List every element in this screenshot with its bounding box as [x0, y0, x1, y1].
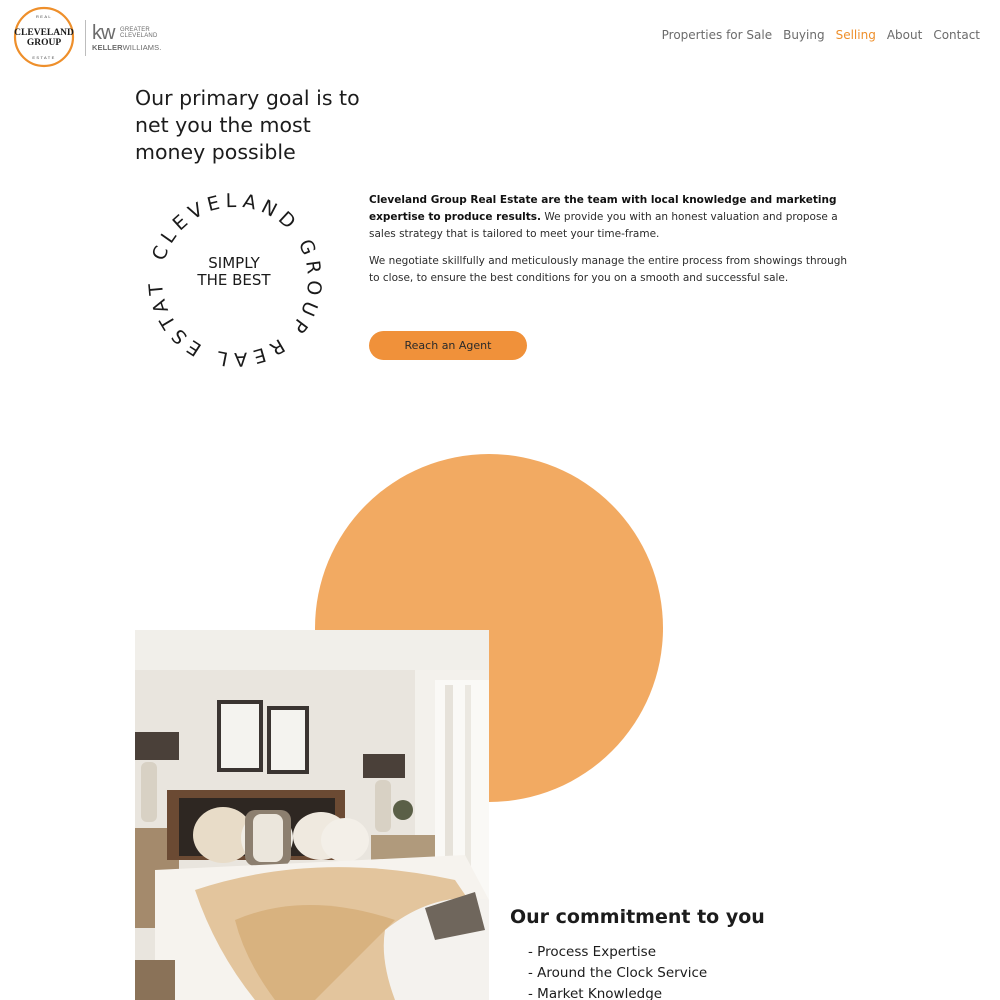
kw-mark: kw [92, 22, 115, 44]
bedroom-illustration [135, 630, 489, 1000]
nav-selling[interactable]: Selling [836, 28, 876, 42]
logo-divider [85, 20, 86, 56]
logo-line2: GROUP [27, 38, 62, 48]
kw-brand-line: KELLERWILLIAMS. [92, 43, 161, 52]
nav-buying[interactable]: Buying [783, 28, 825, 42]
intro-copy: Cleveland Group Real Estate are the team… [369, 192, 849, 297]
reach-an-agent-button[interactable]: Reach an Agent [369, 331, 527, 360]
keller-williams-logo[interactable]: kw GREATER CLEVELAND KELLERWILLIAMS. [92, 22, 162, 56]
kw-williams-text: WILLIAMS. [122, 43, 162, 52]
nav-properties-for-sale[interactable]: Properties for Sale [662, 28, 772, 42]
site-header: REAL CLEVELAND GROUP ESTATE kw GREATER C… [0, 0, 1000, 72]
commitment-item: Process Expertise [528, 942, 707, 963]
intro-paragraph-2: We negotiate skillfully and meticulously… [369, 255, 848, 284]
commitment-item: Market Knowledge [528, 984, 707, 1000]
cleveland-group-logo-icon: REAL CLEVELAND GROUP ESTATE [13, 6, 75, 68]
bedroom-photo [135, 630, 489, 1000]
intro-paragraph-1: Cleveland Group Real Estate are the team… [369, 192, 849, 243]
page-headline: Our primary goal is to net you the most … [135, 86, 360, 164]
kw-cleveland-text: CLEVELAND [120, 33, 158, 39]
main-nav: Properties for Sale Buying Selling About… [662, 28, 980, 42]
commitment-item: Around the Clock Service [528, 963, 707, 984]
kw-region: GREATER CLEVELAND [120, 27, 160, 39]
logo-line1: CLEVELAND [14, 28, 74, 38]
badge-center-line1: SIMPLY [208, 254, 260, 272]
badge-center-line2: THE BEST [196, 271, 271, 289]
kw-keller-text: KELLER [92, 43, 123, 52]
commitment-title: Our commitment to you [510, 906, 765, 928]
commitment-list: Process Expertise Around the Clock Servi… [528, 942, 707, 1000]
badge-graphic: CLEVELAND GROUP REAL ESTATE SIMPLY THE B… [126, 163, 320, 370]
logo-ring-bottom: ESTATE [32, 55, 55, 60]
nav-about[interactable]: About [887, 28, 922, 42]
logo-ring-top: REAL [36, 14, 52, 19]
nav-contact[interactable]: Contact [933, 28, 980, 42]
simply-the-best-badge: CLEVELAND GROUP REAL ESTATE SIMPLY THE B… [126, 163, 335, 380]
cleveland-group-logo[interactable]: REAL CLEVELAND GROUP ESTATE [12, 6, 76, 68]
